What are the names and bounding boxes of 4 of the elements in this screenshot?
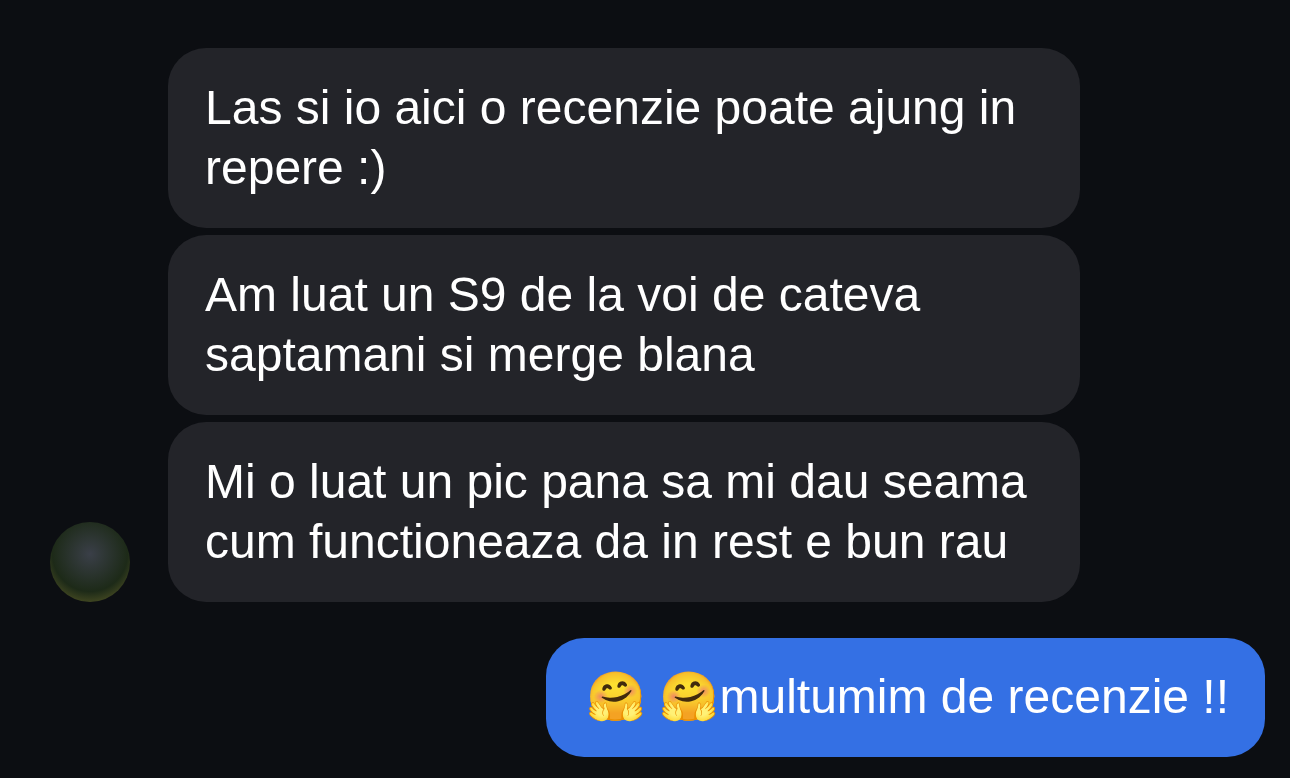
- message-bubble: Las si io aici o recenzie poate ajung in repere :): [168, 48, 1080, 228]
- message-bubble: Mi o luat un pic pana sa mi dau seama cum functioneaza da in rest e bun rau: [168, 422, 1080, 602]
- message-bubble: 🤗 🤗multumim de recenzie !!: [546, 638, 1265, 757]
- message-bubble: Am luat un S9 de la voi de cateva saptamani si merge blana: [168, 235, 1080, 415]
